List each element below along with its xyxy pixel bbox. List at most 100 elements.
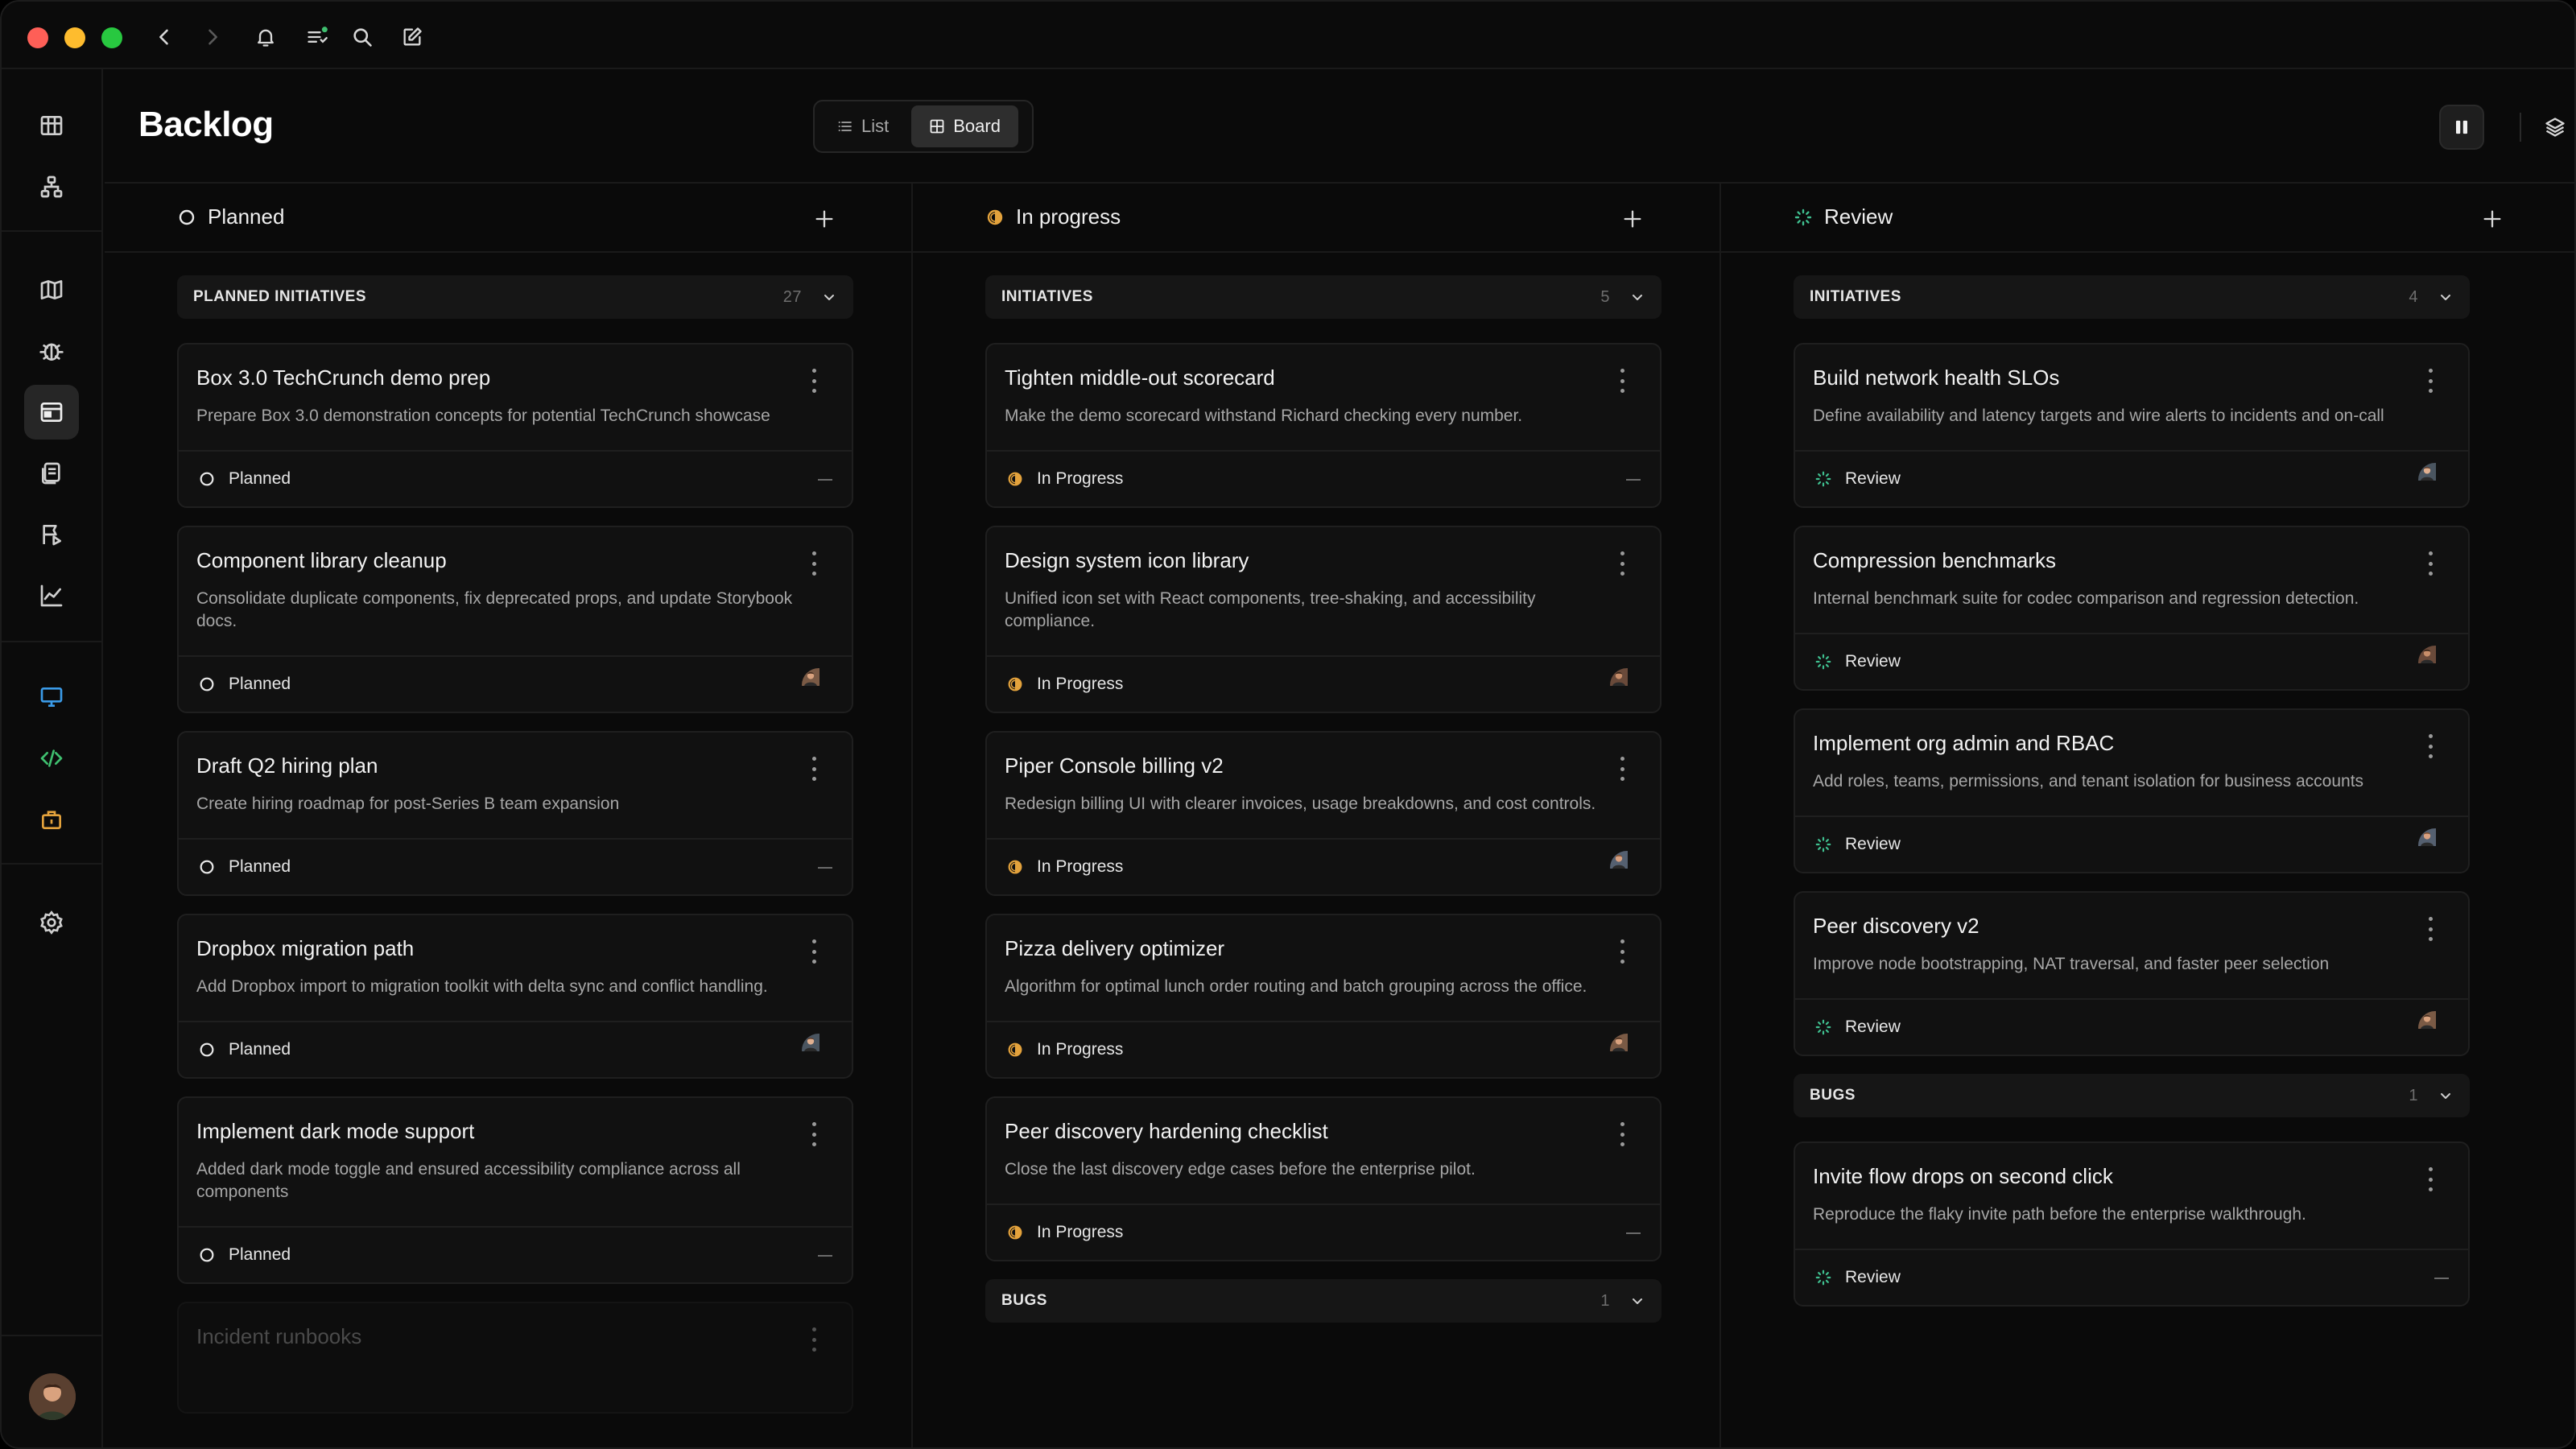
add-card-plus-icon[interactable] [1616,203,1649,235]
documents-icon[interactable] [24,446,79,501]
card-title: Piper Console billing v2 [1005,753,1224,778]
group-header[interactable]: BUGS 1 [985,1279,1662,1323]
assignee-avatar[interactable] [802,668,836,702]
no-assignee-dash[interactable] [818,867,832,869]
chart-icon[interactable] [24,568,79,623]
assignee-avatar[interactable] [2418,1011,2452,1045]
group-header[interactable]: PLANNED INITIATIVES 27 [177,275,853,319]
group-header[interactable]: INITIATIVES 4 [1794,275,2470,319]
more-vertical-icon[interactable] [2426,917,2434,941]
close-window-button[interactable] [27,27,48,48]
group-header[interactable]: BUGS 1 [1794,1074,2470,1117]
more-vertical-icon[interactable] [1618,1122,1626,1146]
assignee-avatar[interactable] [1610,1034,1644,1067]
chevron-down-icon[interactable] [821,289,837,305]
group-header[interactable]: INITIATIVES 5 [985,275,1662,319]
no-assignee-dash[interactable] [818,479,832,481]
initiative-card[interactable]: Peer discovery v2 Improve node bootstrap… [1794,891,2470,1056]
more-vertical-icon[interactable] [1618,757,1626,781]
assignee-avatar[interactable] [1610,668,1644,702]
assignee-avatar[interactable] [2418,828,2452,862]
more-vertical-icon[interactable] [1618,369,1626,393]
initiative-card[interactable]: Box 3.0 TechCrunch demo prep Prepare Box… [177,343,853,508]
more-vertical-icon[interactable] [810,551,818,576]
map-icon[interactable] [24,262,79,317]
initiative-card[interactable]: Dropbox migration path Add Dropbox impor… [177,914,853,1079]
backlog-icon[interactable] [24,385,79,440]
no-assignee-dash[interactable] [2434,1278,2449,1279]
add-card-plus-icon[interactable] [808,203,840,235]
settings-gear-icon[interactable] [24,895,79,950]
more-vertical-icon[interactable] [810,1122,818,1146]
more-vertical-icon[interactable] [2426,734,2434,758]
initiative-card[interactable]: Implement dark mode support Added dark m… [177,1096,853,1284]
status-icon [1006,1041,1024,1059]
initiative-card[interactable]: Build network health SLOs Define availab… [1794,343,2470,508]
more-vertical-icon[interactable] [2426,1167,2434,1191]
chevron-down-icon[interactable] [2438,1088,2454,1104]
board-icon[interactable] [24,98,79,153]
maximize-window-button[interactable] [101,27,122,48]
no-assignee-dash[interactable] [1626,1232,1641,1234]
card-description: Redesign billing UI with clearer invoice… [1005,795,1596,813]
initiative-card[interactable]: Compression benchmarks Internal benchmar… [1794,526,2470,691]
back-icon[interactable] [148,21,180,53]
more-vertical-icon[interactable] [810,757,818,781]
assignee-avatar[interactable] [1610,851,1644,885]
initiative-card[interactable]: Implement org admin and RBAC Add roles, … [1794,708,2470,873]
card-body: Invite flow drops on second click Reprod… [1795,1143,2468,1249]
monitor-icon[interactable] [24,670,79,724]
more-vertical-icon[interactable] [810,369,818,393]
initiative-card[interactable]: Piper Console billing v2 Redesign billin… [985,731,1662,896]
briefcase-icon[interactable] [24,792,79,847]
status-icon [198,675,216,693]
chevron-down-icon[interactable] [2438,289,2454,305]
status-icon [198,470,216,488]
code-icon[interactable] [24,731,79,786]
initiative-card[interactable]: Draft Q2 hiring plan Create hiring roadm… [177,731,853,896]
bell-icon[interactable] [250,21,282,53]
card-description: Added dark mode toggle and ensured acces… [196,1160,741,1201]
hierarchy-icon[interactable] [24,159,79,214]
initiative-card[interactable]: Tighten middle-out scorecard Make the de… [985,343,1662,508]
more-vertical-icon[interactable] [810,939,818,964]
inbox-icon[interactable] [301,21,333,53]
search-icon[interactable] [346,21,378,53]
compose-icon[interactable] [396,21,428,53]
more-vertical-icon[interactable] [2426,369,2434,393]
chevron-down-icon[interactable] [1629,289,1645,305]
assignee-avatar[interactable] [2418,463,2452,497]
card-footer: Planned [179,450,852,506]
assignee-avatar[interactable] [802,1034,836,1067]
chevron-down-icon[interactable] [1629,1293,1645,1309]
initiative-card[interactable]: Invite flow drops on second click Reprod… [1794,1141,2470,1307]
user-avatar[interactable] [29,1373,76,1420]
list-view-button[interactable]: List [819,105,906,147]
forward-icon[interactable] [196,21,229,53]
minimize-window-button[interactable] [64,27,85,48]
initiative-card[interactable]: Pizza delivery optimizer Algorithm for o… [985,914,1662,1079]
board-view-button[interactable]: Board [911,105,1018,147]
more-vertical-icon[interactable] [2426,551,2434,576]
pause-icon[interactable] [2439,105,2484,150]
more-vertical-icon[interactable] [1618,939,1626,964]
flag-icon[interactable] [24,507,79,562]
assignee-avatar[interactable] [2418,646,2452,679]
more-vertical-icon[interactable] [810,1327,818,1352]
initiative-card[interactable]: Incident runbooks [177,1302,853,1414]
no-assignee-dash[interactable] [818,1255,832,1257]
group-label: BUGS [1810,1087,1856,1104]
bug-icon[interactable] [24,324,79,378]
card-footer: In Progress [987,655,1660,712]
initiative-card[interactable]: Component library cleanup Consolidate du… [177,526,853,713]
dotted-circle-icon [1794,208,1813,227]
initiative-card[interactable]: Design system icon library Unified icon … [985,526,1662,713]
no-assignee-dash[interactable] [1626,479,1641,481]
add-card-plus-icon[interactable] [2476,203,2508,235]
layers-icon[interactable] [2533,105,2574,150]
card-footer: Review [1795,1249,2468,1305]
card-body: Incident runbooks [179,1303,852,1412]
initiative-card[interactable]: Peer discovery hardening checklist Close… [985,1096,1662,1261]
more-vertical-icon[interactable] [1618,551,1626,576]
column-header: In progress [913,184,1719,253]
